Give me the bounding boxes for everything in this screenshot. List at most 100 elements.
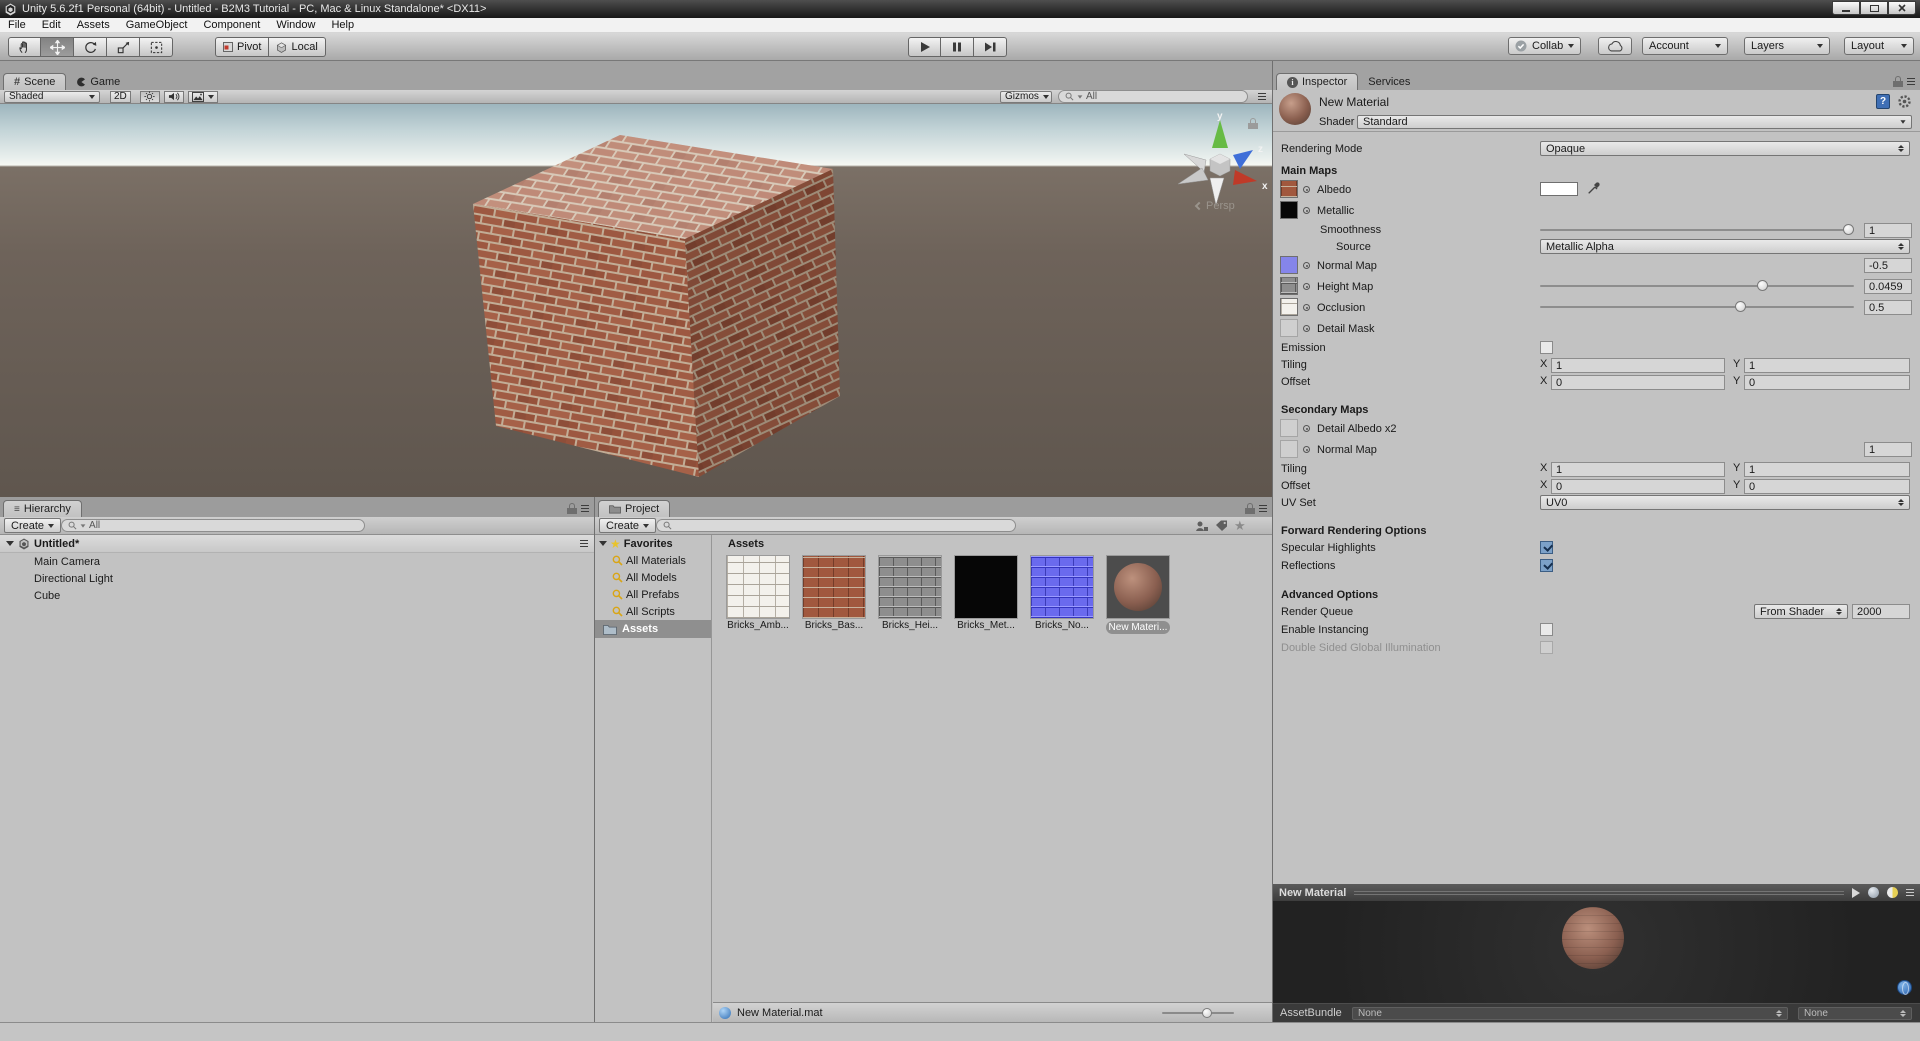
hierarchy-pane-menu-icon[interactable] (581, 504, 589, 513)
tab-services[interactable]: Services (1358, 73, 1420, 90)
collab-dropdown[interactable]: Collab (1508, 37, 1582, 55)
detail-mask-texture-slot[interactable] (1280, 319, 1298, 337)
tab-scene[interactable]: # Scene (3, 73, 67, 90)
tab-inspector[interactable]: Inspector (1276, 73, 1359, 90)
metallic-texture-slot[interactable] (1280, 201, 1298, 219)
scene-effects-dropdown[interactable] (187, 90, 218, 103)
projection-toggle[interactable]: Persp (1194, 200, 1235, 212)
scene-row-menu-icon[interactable] (580, 539, 588, 548)
favorites-root-row[interactable]: ★ Favorites (595, 535, 711, 552)
project-search-input[interactable] (656, 519, 1017, 532)
cloud-services-button[interactable] (1598, 37, 1632, 55)
disclosure-triangle-icon[interactable] (6, 541, 14, 546)
rect-tool-button[interactable] (140, 37, 173, 57)
scene-audio-toggle[interactable] (163, 90, 184, 103)
asset-tile-bricks-metallic[interactable]: Bricks_Met... (950, 555, 1022, 632)
menu-assets[interactable]: Assets (69, 18, 118, 32)
move-tool-button[interactable] (41, 37, 74, 57)
secondary-tiling-y-field[interactable]: 1 (1744, 462, 1910, 477)
tab-project[interactable]: Project (598, 500, 671, 517)
play-button[interactable] (908, 37, 941, 57)
render-queue-value-field[interactable]: 2000 (1852, 604, 1910, 619)
material-preview-area[interactable] (1273, 901, 1920, 1003)
pivot-toggle-button[interactable]: Pivot (215, 37, 270, 57)
local-toggle-button[interactable]: Local (269, 37, 326, 57)
filter-all-models[interactable]: All Models (595, 569, 711, 586)
material-preview-header[interactable]: New Material (1273, 884, 1920, 901)
hierarchy-item-cube[interactable]: Cube (0, 587, 594, 604)
gear-icon[interactable] (1897, 94, 1912, 109)
height-map-value-field[interactable]: 0.0459 (1864, 279, 1912, 294)
hierarchy-search-input[interactable]: All (61, 519, 366, 532)
layers-dropdown[interactable]: Layers (1744, 37, 1830, 55)
pause-button[interactable] (941, 37, 974, 57)
main-tiling-x-field[interactable]: 1 (1551, 358, 1725, 373)
slider-thumb[interactable] (1756, 280, 1768, 291)
search-by-type-icon[interactable] (1195, 520, 1209, 532)
help-icon[interactable]: ? (1876, 94, 1890, 109)
height-map-slider[interactable] (1540, 279, 1854, 292)
smoothness-slider[interactable] (1540, 223, 1854, 236)
occlusion-value-field[interactable]: 0.5 (1864, 300, 1912, 315)
menu-window[interactable]: Window (268, 18, 323, 32)
texture-picker-icon[interactable] (1303, 186, 1310, 193)
inspector-pane-menu-icon[interactable] (1907, 77, 1915, 86)
main-offset-y-field[interactable]: 0 (1744, 375, 1910, 390)
texture-picker-icon[interactable] (1303, 425, 1310, 432)
occlusion-slider[interactable] (1540, 300, 1854, 313)
search-by-label-icon[interactable] (1215, 520, 1228, 532)
texture-picker-icon[interactable] (1303, 262, 1310, 269)
shader-dropdown[interactable]: Standard (1357, 114, 1912, 129)
enable-instancing-checkbox[interactable] (1540, 623, 1553, 636)
brick-cube-object[interactable] (0, 104, 1272, 497)
account-dropdown[interactable]: Account (1642, 37, 1728, 55)
secondary-tiling-x-field[interactable]: 1 (1551, 462, 1725, 477)
maximize-button[interactable] (1860, 1, 1888, 15)
menu-edit[interactable]: Edit (34, 18, 69, 32)
assetbundle-dropdown[interactable]: None (1352, 1006, 1788, 1020)
lock-icon[interactable] (567, 503, 577, 514)
preview-drag-handle[interactable] (1354, 890, 1844, 896)
lock-icon[interactable] (1893, 76, 1903, 87)
2d-toggle-button[interactable]: 2D (110, 90, 131, 103)
tab-hierarchy[interactable]: ≡ Hierarchy (3, 500, 82, 517)
normal-map-texture-slot[interactable] (1280, 256, 1298, 274)
asset-tile-new-material[interactable]: New Materi... (1102, 555, 1174, 634)
rotate-tool-button[interactable] (74, 37, 107, 57)
minimize-button[interactable] (1832, 1, 1860, 15)
tab-game[interactable]: Game (66, 73, 130, 90)
hierarchy-create-button[interactable]: Create (4, 518, 62, 533)
thumbnail-size-slider[interactable] (1162, 1008, 1234, 1018)
rendering-mode-dropdown[interactable]: Opaque (1540, 141, 1910, 156)
texture-picker-icon[interactable] (1303, 446, 1310, 453)
main-tiling-y-field[interactable]: 1 (1744, 358, 1910, 373)
texture-picker-icon[interactable] (1303, 325, 1310, 332)
project-create-button[interactable]: Create (599, 518, 657, 533)
height-map-texture-slot[interactable] (1280, 277, 1298, 295)
secondary-normal-texture-slot[interactable] (1280, 440, 1298, 458)
close-button[interactable] (1888, 1, 1916, 15)
main-offset-x-field[interactable]: 0 (1551, 375, 1725, 390)
disclosure-triangle-icon[interactable] (599, 541, 607, 546)
texture-picker-icon[interactable] (1303, 283, 1310, 290)
render-queue-dropdown[interactable]: From Shader (1754, 604, 1848, 619)
texture-picker-icon[interactable] (1303, 207, 1310, 214)
lock-icon[interactable] (1245, 503, 1255, 514)
hierarchy-project-splitter[interactable] (594, 497, 595, 1022)
asset-tile-bricks-normal[interactable]: Bricks_No... (1026, 555, 1098, 632)
inspector-splitter[interactable] (1272, 61, 1273, 1022)
hierarchy-item-directional-light[interactable]: Directional Light (0, 570, 594, 587)
secondary-offset-y-field[interactable]: 0 (1744, 479, 1910, 494)
asset-tile-bricks-height[interactable]: Bricks_Hei... (874, 555, 946, 632)
detail-albedo-texture-slot[interactable] (1280, 419, 1298, 437)
secondary-offset-x-field[interactable]: 0 (1551, 479, 1725, 494)
hand-tool-button[interactable] (8, 37, 41, 57)
menu-help[interactable]: Help (323, 18, 362, 32)
filter-all-scripts[interactable]: All Scripts (595, 603, 711, 620)
gizmo-x-axis-cone[interactable] (1233, 170, 1257, 185)
preview-light-toggle-icon[interactable] (1887, 887, 1898, 898)
globe-icon[interactable] (1897, 980, 1912, 995)
preview-menu-icon[interactable] (1906, 888, 1914, 897)
albedo-color-swatch[interactable] (1540, 182, 1578, 196)
filter-all-prefabs[interactable]: All Prefabs (595, 586, 711, 603)
